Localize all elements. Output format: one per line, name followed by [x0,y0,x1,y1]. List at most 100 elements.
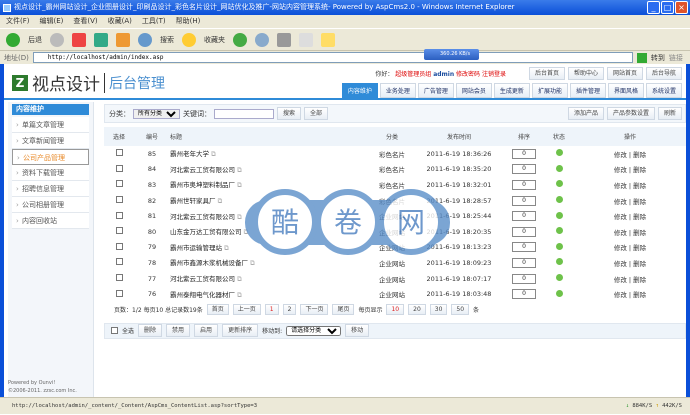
page-2-button[interactable]: 2 [282,304,297,316]
row-checkbox[interactable] [115,196,123,204]
tab-generate[interactable]: 生成更新 [493,83,530,98]
search-button[interactable]: 搜索 [160,35,174,45]
edit-link[interactable]: 修改 [614,229,627,237]
links-label[interactable]: 链接 [669,53,683,63]
row-order-input[interactable]: 0 [512,148,536,159]
row-title[interactable]: 霸州泰翔电气化器材厂 [170,291,235,299]
back-button[interactable]: 后退 [28,35,42,45]
menu-file[interactable]: 文件(F) [6,15,30,28]
select-all-checkbox[interactable] [111,327,118,335]
row-checkbox[interactable] [115,242,123,250]
refresh-button[interactable]: 刷新 [657,107,682,120]
menu-edit[interactable]: 编辑(E) [40,15,64,28]
row-title[interactable]: 霸州世轩家具厂 [170,197,216,205]
external-link-icon[interactable]: ⧉ [237,181,242,189]
category-select[interactable]: 所有分类 [133,108,180,119]
edit-link[interactable]: 修改 [614,291,627,299]
status-ok-icon[interactable] [555,274,563,282]
edit-icon[interactable] [299,32,313,47]
edit-link[interactable]: 修改 [614,198,627,206]
sidebar-item-single-page[interactable]: 单篇文章管理 [12,117,89,133]
prev-page-button[interactable]: 上一页 [232,304,261,316]
external-link-icon[interactable]: ⧉ [237,275,242,283]
delete-link[interactable]: 删除 [633,276,646,284]
tab-styles[interactable]: 界面风格 [607,83,644,98]
row-checkbox[interactable] [115,164,123,172]
tab-content[interactable]: 内容维护 [341,83,378,98]
product-params-button[interactable]: 产品参数设置 [606,107,655,120]
external-link-icon[interactable]: ⧉ [211,150,216,158]
page-1-button[interactable]: 1 [264,304,279,316]
sidebar-item-jobs[interactable]: 招聘信息管理 [12,181,89,197]
status-ok-icon[interactable] [555,149,563,157]
row-title[interactable]: 河北紫云工贸有限公司 [170,275,235,283]
refresh-icon[interactable] [94,32,108,47]
row-checkbox[interactable] [115,227,123,235]
external-link-icon[interactable]: ⧉ [224,244,229,252]
stop-icon[interactable] [72,32,86,47]
move-category-select[interactable]: 请选择分类 [286,325,342,336]
row-title[interactable]: 霸州市鑫源木浆机械设备厂 [170,259,248,267]
row-checkbox[interactable] [115,274,123,282]
favorites-button[interactable]: 收藏夹 [204,35,225,45]
edit-link[interactable]: 修改 [614,166,627,174]
go-button[interactable]: 转到 [651,53,665,63]
edit-link[interactable]: 修改 [614,260,627,268]
external-link-icon[interactable]: ⧉ [237,166,242,174]
home-icon[interactable] [116,32,130,47]
row-title[interactable]: 河北紫云工贸有限公司 [170,166,235,174]
menu-favorites[interactable]: 收藏(A) [108,15,132,28]
status-ok-icon[interactable] [555,180,563,188]
back-icon[interactable] [6,32,20,47]
go-icon[interactable] [636,52,647,63]
row-title[interactable]: 霸州老年大学 [170,150,209,158]
per-page-50[interactable]: 50 [451,304,470,316]
star-icon[interactable] [182,32,196,47]
address-input[interactable] [32,52,633,63]
sidebar-item-recycle[interactable]: 内容回收站 [12,213,89,229]
edit-link[interactable]: 修改 [614,151,627,159]
external-link-icon[interactable]: ⧉ [237,213,242,221]
forward-icon[interactable] [50,32,64,47]
search-icon[interactable] [138,32,152,47]
delete-link[interactable]: 删除 [633,166,646,174]
delete-link[interactable]: 删除 [633,182,646,190]
status-ok-icon[interactable] [555,289,563,297]
add-product-button[interactable]: 添加产品 [567,107,604,120]
tab-settings[interactable]: 系统设置 [645,83,682,98]
admin-nav-button[interactable]: 后台导航 [645,67,682,80]
close-button[interactable]: × [675,1,688,14]
per-page-20[interactable]: 20 [408,304,426,316]
row-title[interactable]: 山东金万达工贸有限公司 [170,228,242,236]
row-title[interactable]: 河北紫云工贸有限公司 [170,213,235,221]
admin-home-button[interactable]: 后台首页 [528,67,565,80]
logout-link[interactable]: 注销登录 [482,71,506,78]
tab-members[interactable]: 网站会员 [455,83,492,98]
row-checkbox[interactable] [115,211,123,219]
keyword-input[interactable] [214,108,274,119]
all-button[interactable]: 全部 [304,107,329,120]
edit-link[interactable]: 修改 [614,244,627,252]
minimize-button[interactable]: _ [647,1,660,14]
bulk-delete-button[interactable]: 删除 [138,324,163,338]
tab-plugins[interactable]: 插件管理 [569,83,606,98]
row-title[interactable]: 霸州市运输管理站 [170,244,222,252]
help-center-button[interactable]: 帮助中心 [567,67,604,80]
sidebar-item-downloads[interactable]: 资料下载管理 [12,165,89,181]
change-password-link[interactable]: 修改密码 [456,71,480,78]
menu-tools[interactable]: 工具(T) [142,15,166,28]
history-icon[interactable] [233,32,247,47]
maximize-button[interactable]: □ [661,1,674,14]
search-button[interactable]: 搜索 [277,107,302,120]
status-ok-icon[interactable] [555,196,563,204]
row-order-input[interactable]: 0 [512,257,536,268]
last-page-button[interactable]: 尾页 [332,304,355,316]
edit-link[interactable]: 修改 [614,182,627,190]
tab-extensions[interactable]: 扩展功能 [531,83,568,98]
update-order-button[interactable]: 更新排序 [222,324,259,338]
external-link-icon[interactable]: ⧉ [237,291,242,299]
row-order-input[interactable]: 0 [512,179,536,190]
row-title[interactable]: 霸州市奥坤塑料制品厂 [170,181,235,189]
edit-link[interactable]: 修改 [614,276,627,284]
row-order-input[interactable]: 0 [512,226,536,237]
